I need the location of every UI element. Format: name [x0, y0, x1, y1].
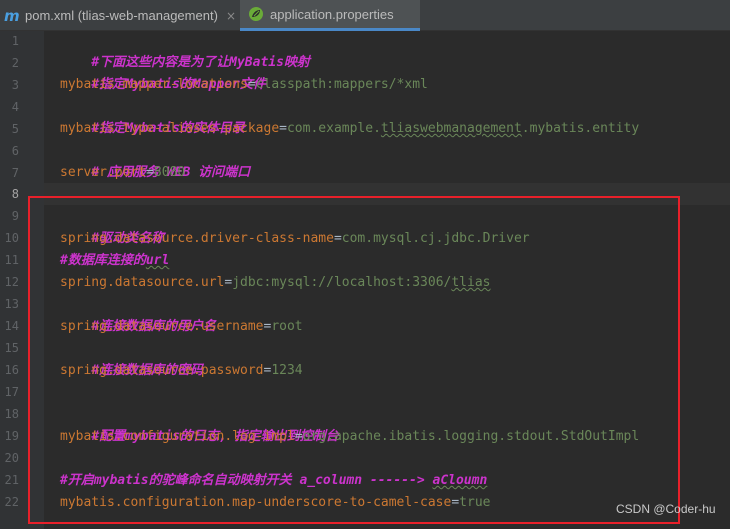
line-number: 22 — [4, 495, 19, 509]
line-number: 1 — [11, 34, 19, 48]
line-number: 16 — [4, 363, 19, 377]
line-number: 12 — [4, 275, 19, 289]
line-number: 20 — [4, 451, 19, 465]
property-value: classpath:mappers/*xml — [255, 77, 428, 92]
code-line-6[interactable]: # 应用服务 WEB 访问端口 — [60, 140, 250, 180]
property-key: mybatis.type-aliases-package — [60, 121, 280, 136]
maven-m-icon: m — [4, 6, 20, 25]
code-line-7[interactable]: server.port=8080 — [60, 162, 185, 184]
line-number: 4 — [11, 100, 19, 114]
line-number: 21 — [4, 473, 19, 487]
spelling-warning-text: tliaswebmanagement — [380, 121, 522, 136]
highlight-annotation-box — [28, 196, 680, 524]
line-number: 7 — [11, 166, 19, 180]
equals-sign: = — [247, 77, 256, 92]
tab-label: pom.xml (tlias-web-management) — [25, 8, 218, 23]
line-number: 2 — [11, 56, 19, 70]
line-number: 8 — [11, 187, 19, 201]
line-number: 14 — [4, 319, 19, 333]
spring-leaf-icon — [249, 7, 263, 21]
code-line-5[interactable]: mybatis.type-aliases-package=com.example… — [60, 118, 639, 140]
line-number: 6 — [11, 144, 19, 158]
line-number: 19 — [4, 429, 19, 443]
property-value: .mybatis.entity — [521, 121, 640, 136]
close-icon[interactable]: × — [226, 9, 236, 23]
tab-pom-xml[interactable]: m pom.xml (tlias-web-management) × — [0, 0, 239, 31]
property-value: 8080 — [153, 165, 186, 180]
property-key: mybatis.mapper-locations — [60, 77, 248, 92]
property-value: com.example. — [286, 121, 381, 136]
line-number: 18 — [4, 407, 19, 421]
line-number: 15 — [4, 341, 19, 355]
line-number: 10 — [4, 231, 19, 245]
property-key: server.port — [60, 165, 147, 180]
watermark: CSDN @Coder-hu — [616, 502, 716, 516]
editor-tab-bar: m pom.xml (tlias-web-management) × appli… — [0, 0, 730, 31]
line-number: 5 — [11, 122, 19, 136]
tab-application-properties[interactable]: application.properties — [240, 0, 420, 31]
line-number: 11 — [4, 253, 19, 267]
equals-sign: = — [279, 121, 287, 136]
code-line-3[interactable]: mybatis.mapper-locations=classpath:mappe… — [60, 74, 428, 96]
equals-sign: = — [146, 165, 154, 180]
tab-label: application.properties — [270, 6, 394, 22]
line-number: 17 — [4, 385, 19, 399]
line-number: 3 — [11, 78, 19, 92]
line-number: 13 — [4, 297, 19, 311]
code-line-1[interactable]: #下面这些内容是为了让MyBatis映射 — [60, 30, 310, 70]
code-line-2[interactable]: #指定Mybatis的Mapper文件 — [60, 52, 266, 92]
code-line-4[interactable]: #指定Mybatis的实体目录 — [60, 96, 245, 136]
line-number: 9 — [11, 209, 19, 223]
